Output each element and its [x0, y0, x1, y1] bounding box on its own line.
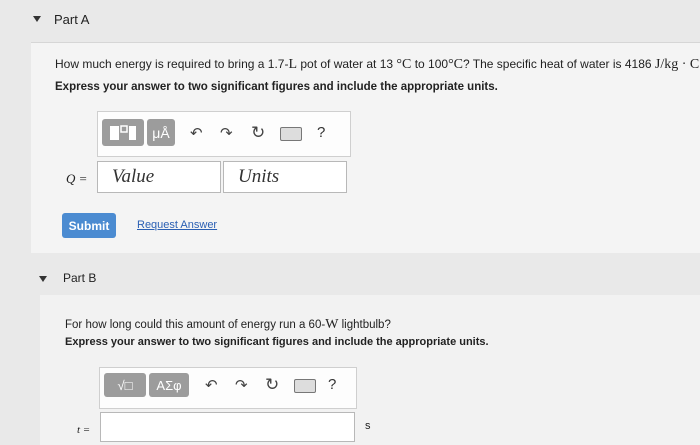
reset-icon[interactable]: ↻: [251, 124, 265, 141]
reset-icon-b[interactable]: ↻: [265, 376, 279, 393]
units-input[interactable]: Units: [223, 161, 347, 193]
unit-suffix: s: [365, 420, 371, 432]
t-variable-label: t =: [77, 424, 91, 436]
q-variable-label: Q =: [66, 171, 88, 186]
answer-input-b[interactable]: [100, 412, 355, 442]
help-icon[interactable]: ?: [317, 124, 325, 141]
greek-symbols-button[interactable]: ΑΣφ: [149, 373, 189, 397]
help-icon-b[interactable]: ?: [328, 376, 336, 393]
part-b-instruction: Express your answer to two significant f…: [65, 336, 489, 348]
collapse-part-b-icon[interactable]: [39, 276, 47, 282]
redo-icon-b[interactable]: ↷: [235, 378, 248, 393]
templates-button-b[interactable]: √□: [104, 373, 146, 397]
part-b-question: For how long could this amount of energy…: [65, 317, 391, 332]
value-input[interactable]: Value: [97, 161, 221, 193]
part-a-instruction: Express your answer to two significant f…: [55, 81, 498, 93]
undo-icon-b[interactable]: ↶: [205, 378, 218, 393]
redo-icon[interactable]: ↷: [220, 126, 233, 141]
templates-button[interactable]: [102, 119, 144, 146]
keyboard-icon-b[interactable]: [294, 379, 316, 393]
templates-icon: [110, 124, 136, 140]
units-button[interactable]: μÅ: [147, 119, 175, 146]
keyboard-icon[interactable]: [280, 127, 302, 141]
part-b-header[interactable]: Part B: [63, 271, 96, 285]
part-a-question: How much energy is required to bring a 1…: [55, 57, 700, 72]
submit-button[interactable]: Submit: [62, 213, 116, 238]
part-a-header[interactable]: Part A: [54, 12, 89, 27]
request-answer-link[interactable]: Request Answer: [137, 219, 217, 231]
undo-icon[interactable]: ↶: [190, 126, 203, 141]
collapse-part-a-icon[interactable]: [33, 16, 41, 22]
